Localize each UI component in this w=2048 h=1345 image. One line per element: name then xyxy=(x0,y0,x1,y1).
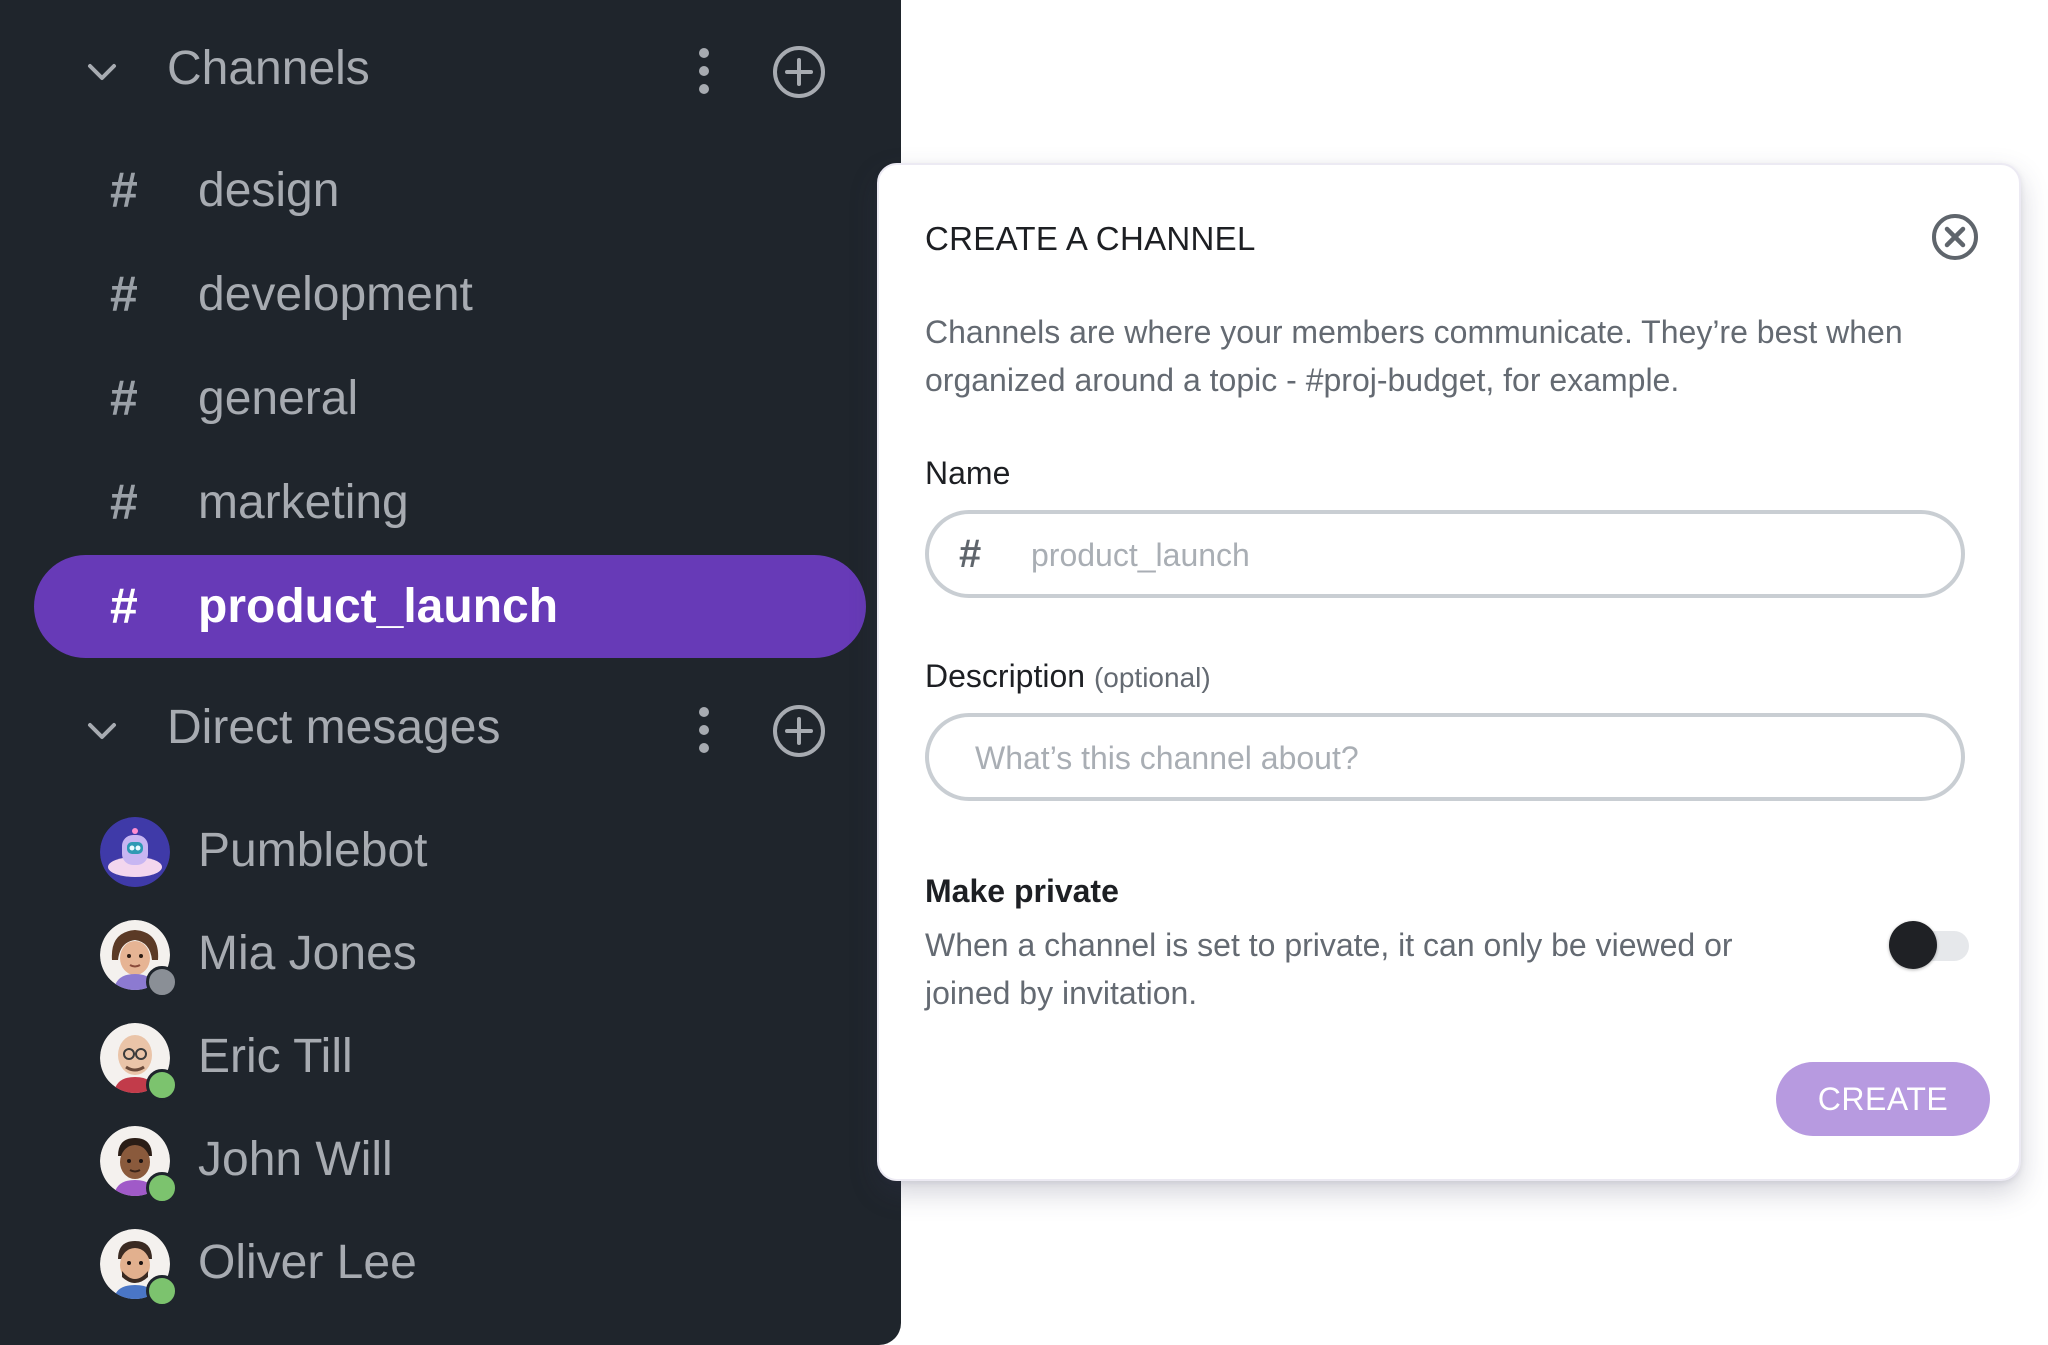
avatar xyxy=(100,1023,178,1101)
avatar xyxy=(100,817,170,887)
dialog-title: CREATE A CHANNEL xyxy=(925,220,1256,257)
chevron-down-icon[interactable] xyxy=(80,709,124,753)
toggle-knob xyxy=(1889,921,1937,969)
close-icon[interactable] xyxy=(1930,212,1980,262)
dm-label: Mia Jones xyxy=(198,927,417,980)
channel-item-development[interactable]: # development xyxy=(34,243,866,346)
channel-label: design xyxy=(198,164,340,217)
status-online-badge xyxy=(146,1172,178,1204)
description-label: Description (optional) xyxy=(925,658,1211,695)
create-button[interactable]: CREATE xyxy=(1776,1062,1990,1136)
chevron-down-icon[interactable] xyxy=(80,50,124,94)
add-direct-message-icon[interactable] xyxy=(771,703,827,759)
hash-icon: # xyxy=(110,162,138,218)
status-away-badge xyxy=(146,1275,178,1307)
channel-item-general[interactable]: # general xyxy=(34,347,866,450)
status-away-badge xyxy=(146,1069,178,1101)
status-offline-badge xyxy=(146,966,178,998)
dm-label: Oliver Lee xyxy=(198,1236,417,1289)
avatar xyxy=(100,1126,178,1204)
hash-icon: # xyxy=(110,578,138,634)
hash-icon: # xyxy=(959,532,982,576)
description-input-container xyxy=(925,713,1965,801)
dm-label: Pumblebot xyxy=(198,824,428,877)
dm-item-john-will[interactable]: John Will xyxy=(0,1110,901,1210)
create-channel-dialog: CREATE A CHANNEL Channels are where your… xyxy=(877,163,2021,1181)
add-channel-icon[interactable] xyxy=(771,44,827,100)
direct-messages-header: Direct mesages xyxy=(0,683,901,773)
name-input-container: # xyxy=(925,510,1965,598)
channel-name-input[interactable] xyxy=(1029,514,1933,596)
bot-avatar-icon xyxy=(100,817,170,887)
dm-item-oliver-lee[interactable]: Oliver Lee xyxy=(0,1213,901,1313)
channel-item-marketing[interactable]: # marketing xyxy=(34,451,866,554)
hash-icon: # xyxy=(110,266,138,322)
direct-messages-title: Direct mesages xyxy=(167,701,501,754)
channels-header: Channels xyxy=(0,24,901,114)
channel-item-design[interactable]: # design xyxy=(34,139,866,242)
channel-label: product_launch xyxy=(198,580,559,633)
hash-icon: # xyxy=(110,474,138,530)
name-label: Name xyxy=(925,455,1011,491)
channel-label: general xyxy=(198,372,359,425)
dm-label: Eric Till xyxy=(198,1030,353,1083)
make-private-title: Make private xyxy=(925,873,1119,909)
channel-label: development xyxy=(198,268,473,321)
channel-label: marketing xyxy=(198,476,409,529)
make-private-toggle[interactable] xyxy=(1889,921,1969,969)
make-private-description: When a channel is set to private, it can… xyxy=(925,927,1733,1011)
optional-tag: (optional) xyxy=(1093,662,1211,693)
channels-title: Channels xyxy=(167,42,370,95)
dm-item-mia-jones[interactable]: Mia Jones xyxy=(0,904,901,1004)
avatar xyxy=(100,920,178,998)
channel-description-input[interactable] xyxy=(973,717,1937,799)
dm-label: John Will xyxy=(198,1133,393,1186)
more-options-icon[interactable] xyxy=(684,46,724,96)
avatar xyxy=(100,1229,178,1307)
dm-item-pumblebot[interactable]: Pumblebot xyxy=(0,801,901,901)
dm-item-eric-till[interactable]: Eric Till xyxy=(0,1007,901,1107)
hash-icon: # xyxy=(110,370,138,426)
description-label-text: Description xyxy=(925,658,1086,694)
more-options-icon[interactable] xyxy=(684,705,724,755)
sidebar: Channels # design # development # genera… xyxy=(0,0,901,1345)
channel-item-product-launch[interactable]: # product_launch xyxy=(34,555,866,658)
dialog-description: Channels are where your members communic… xyxy=(925,314,1903,398)
